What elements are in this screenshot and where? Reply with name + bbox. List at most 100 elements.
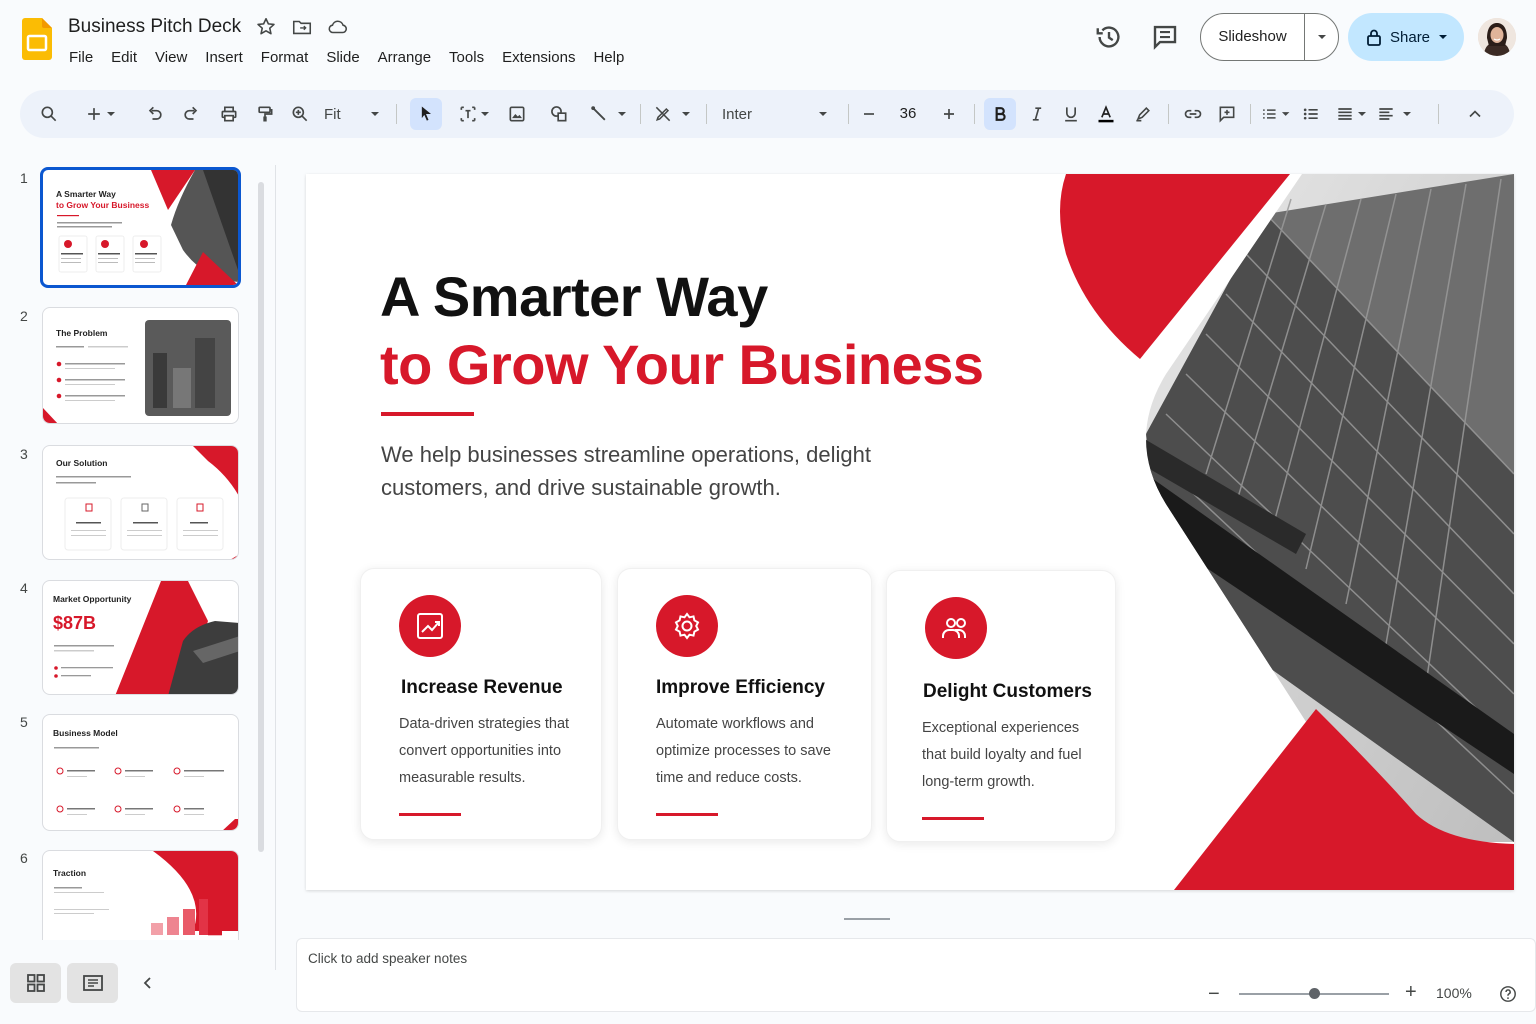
new-slide-button[interactable] <box>80 90 120 138</box>
slide-title-line2[interactable]: to Grow Your Business <box>380 332 984 397</box>
slide-thumbnail-6[interactable]: Traction <box>42 850 239 940</box>
line-spacing-button[interactable] <box>1376 90 1412 138</box>
font-size-input[interactable]: 36 <box>890 100 926 128</box>
menu-tools[interactable]: Tools <box>440 46 493 69</box>
font-family-dropdown[interactable]: Inter <box>720 90 830 138</box>
app-header: Business Pitch Deck File Edit View Inser… <box>0 0 1536 86</box>
bullets-button[interactable] <box>1298 90 1324 138</box>
undo-button[interactable] <box>142 90 168 138</box>
shape-button[interactable] <box>546 90 572 138</box>
menu-slide[interactable]: Slide <box>317 46 368 69</box>
menu-arrange[interactable]: Arrange <box>369 46 440 69</box>
zoom-in-button[interactable]: + <box>1405 981 1417 1004</box>
move-folder-icon[interactable] <box>291 16 313 38</box>
zoom-dropdown[interactable]: Fit <box>290 90 370 138</box>
slide-canvas[interactable]: A Smarter Way to Grow Your Business We h… <box>306 174 1514 890</box>
redo-button[interactable] <box>178 90 204 138</box>
filmstrip-scrollbar[interactable] <box>258 182 264 852</box>
hide-filmstrip-button[interactable] <box>128 963 168 1003</box>
menu-edit[interactable]: Edit <box>102 46 146 69</box>
undo-icon <box>148 106 162 120</box>
toolbar-divider <box>974 104 975 124</box>
slide-thumbnail-2[interactable]: The Problem <box>42 307 239 424</box>
card-icon-badge <box>656 595 718 657</box>
card-title: Improve Efficiency <box>656 677 825 698</box>
zoom-caret[interactable] <box>366 90 382 138</box>
increase-font-size-button[interactable] <box>938 90 960 138</box>
feature-card[interactable]: Delight Customers Exceptional experience… <box>886 570 1116 842</box>
slideshow-label[interactable]: Slideshow <box>1201 14 1305 60</box>
decrease-font-size-button[interactable] <box>858 90 880 138</box>
card-icon-badge <box>925 597 987 659</box>
comments-icon[interactable] <box>1150 22 1180 52</box>
speaker-notes-placeholder[interactable]: Click to add speaker notes <box>308 951 467 966</box>
star-icon[interactable] <box>255 16 277 38</box>
collapse-toolbar-button[interactable] <box>1462 90 1488 138</box>
slide-thumbnail-1[interactable]: A Smarter Way to Grow Your Business <box>40 167 241 288</box>
feature-card[interactable]: Increase Revenue Data-driven strategies … <box>360 568 602 840</box>
line-button[interactable] <box>586 90 630 138</box>
print-icon <box>221 106 237 122</box>
zoom-slider-knob[interactable] <box>1308 988 1320 999</box>
thumbnail-title: A Smarter Way <box>56 189 116 199</box>
zoom-level[interactable]: 100% <box>1436 985 1472 1001</box>
line-spacing-icon <box>1379 108 1393 120</box>
print-button[interactable] <box>216 90 242 138</box>
textbox-button[interactable] <box>456 90 492 138</box>
menu-help[interactable]: Help <box>584 46 633 69</box>
share-button[interactable]: Share <box>1348 13 1464 61</box>
notes-resize-handle[interactable] <box>844 918 890 920</box>
grid-view-button[interactable] <box>10 963 61 1003</box>
menu-file[interactable]: File <box>60 46 102 69</box>
underline-button[interactable] <box>1058 90 1084 138</box>
chevron-up-icon <box>1469 110 1481 118</box>
version-history-icon[interactable] <box>1094 22 1124 52</box>
toolbar-divider <box>640 104 641 124</box>
zoom-out-button[interactable]: − <box>1208 983 1220 1006</box>
menu-format[interactable]: Format <box>252 46 318 69</box>
help-icon[interactable] <box>1499 985 1517 1003</box>
minus-icon <box>864 113 874 115</box>
caret-down-icon <box>107 112 115 116</box>
highlight-button[interactable] <box>1130 90 1156 138</box>
slide-number: 2 <box>20 308 28 324</box>
toolbar-divider <box>1438 104 1439 124</box>
feature-card[interactable]: Improve Efficiency Automate workflows an… <box>617 568 872 840</box>
menu-view[interactable]: View <box>146 46 196 69</box>
filmstrip-view-button[interactable] <box>67 963 118 1003</box>
checklist-button[interactable] <box>1260 90 1290 138</box>
plus-icon <box>944 109 954 119</box>
panel-divider[interactable] <box>275 165 276 970</box>
italic-button[interactable] <box>1024 90 1050 138</box>
slide-title-line1[interactable]: A Smarter Way <box>380 264 768 329</box>
document-title[interactable]: Business Pitch Deck <box>68 16 241 38</box>
textbox-icon <box>460 106 476 122</box>
slides-logo-icon[interactable] <box>22 18 52 60</box>
bold-button[interactable] <box>984 98 1016 130</box>
insert-link-button[interactable] <box>1180 90 1206 138</box>
menu-insert[interactable]: Insert <box>196 46 252 69</box>
align-button[interactable] <box>1334 90 1368 138</box>
search-menus-button[interactable] <box>36 90 62 138</box>
caret-down-icon <box>1403 112 1411 116</box>
select-tool-button[interactable] <box>410 98 442 130</box>
text-color-button[interactable] <box>1092 90 1120 138</box>
menu-extensions[interactable]: Extensions <box>493 46 584 69</box>
slide-thumbnail-5[interactable]: Business Model <box>42 714 239 831</box>
insert-image-button[interactable] <box>504 90 530 138</box>
slideshow-dropdown[interactable] <box>1305 32 1338 42</box>
cloud-saved-icon[interactable] <box>327 16 349 38</box>
paint-format-button[interactable] <box>252 90 278 138</box>
slideshow-button[interactable]: Slideshow <box>1200 13 1339 61</box>
slide-subtitle[interactable]: We help businesses streamline operations… <box>381 438 941 504</box>
thumbnail-art <box>57 170 238 285</box>
account-avatar[interactable] <box>1478 18 1516 56</box>
avatar-portrait-icon <box>1478 18 1516 56</box>
slide-thumbnail-4[interactable]: Market Opportunity $87B <box>42 580 239 695</box>
insert-comment-button[interactable] <box>1214 90 1240 138</box>
speaker-notes-panel[interactable]: Click to add speaker notes <box>296 938 1536 1012</box>
border-color-button[interactable] <box>650 90 694 138</box>
select-icon <box>421 106 431 121</box>
slide-thumbnail-3[interactable]: Our Solution <box>42 445 239 560</box>
slide-number: 6 <box>20 850 28 866</box>
